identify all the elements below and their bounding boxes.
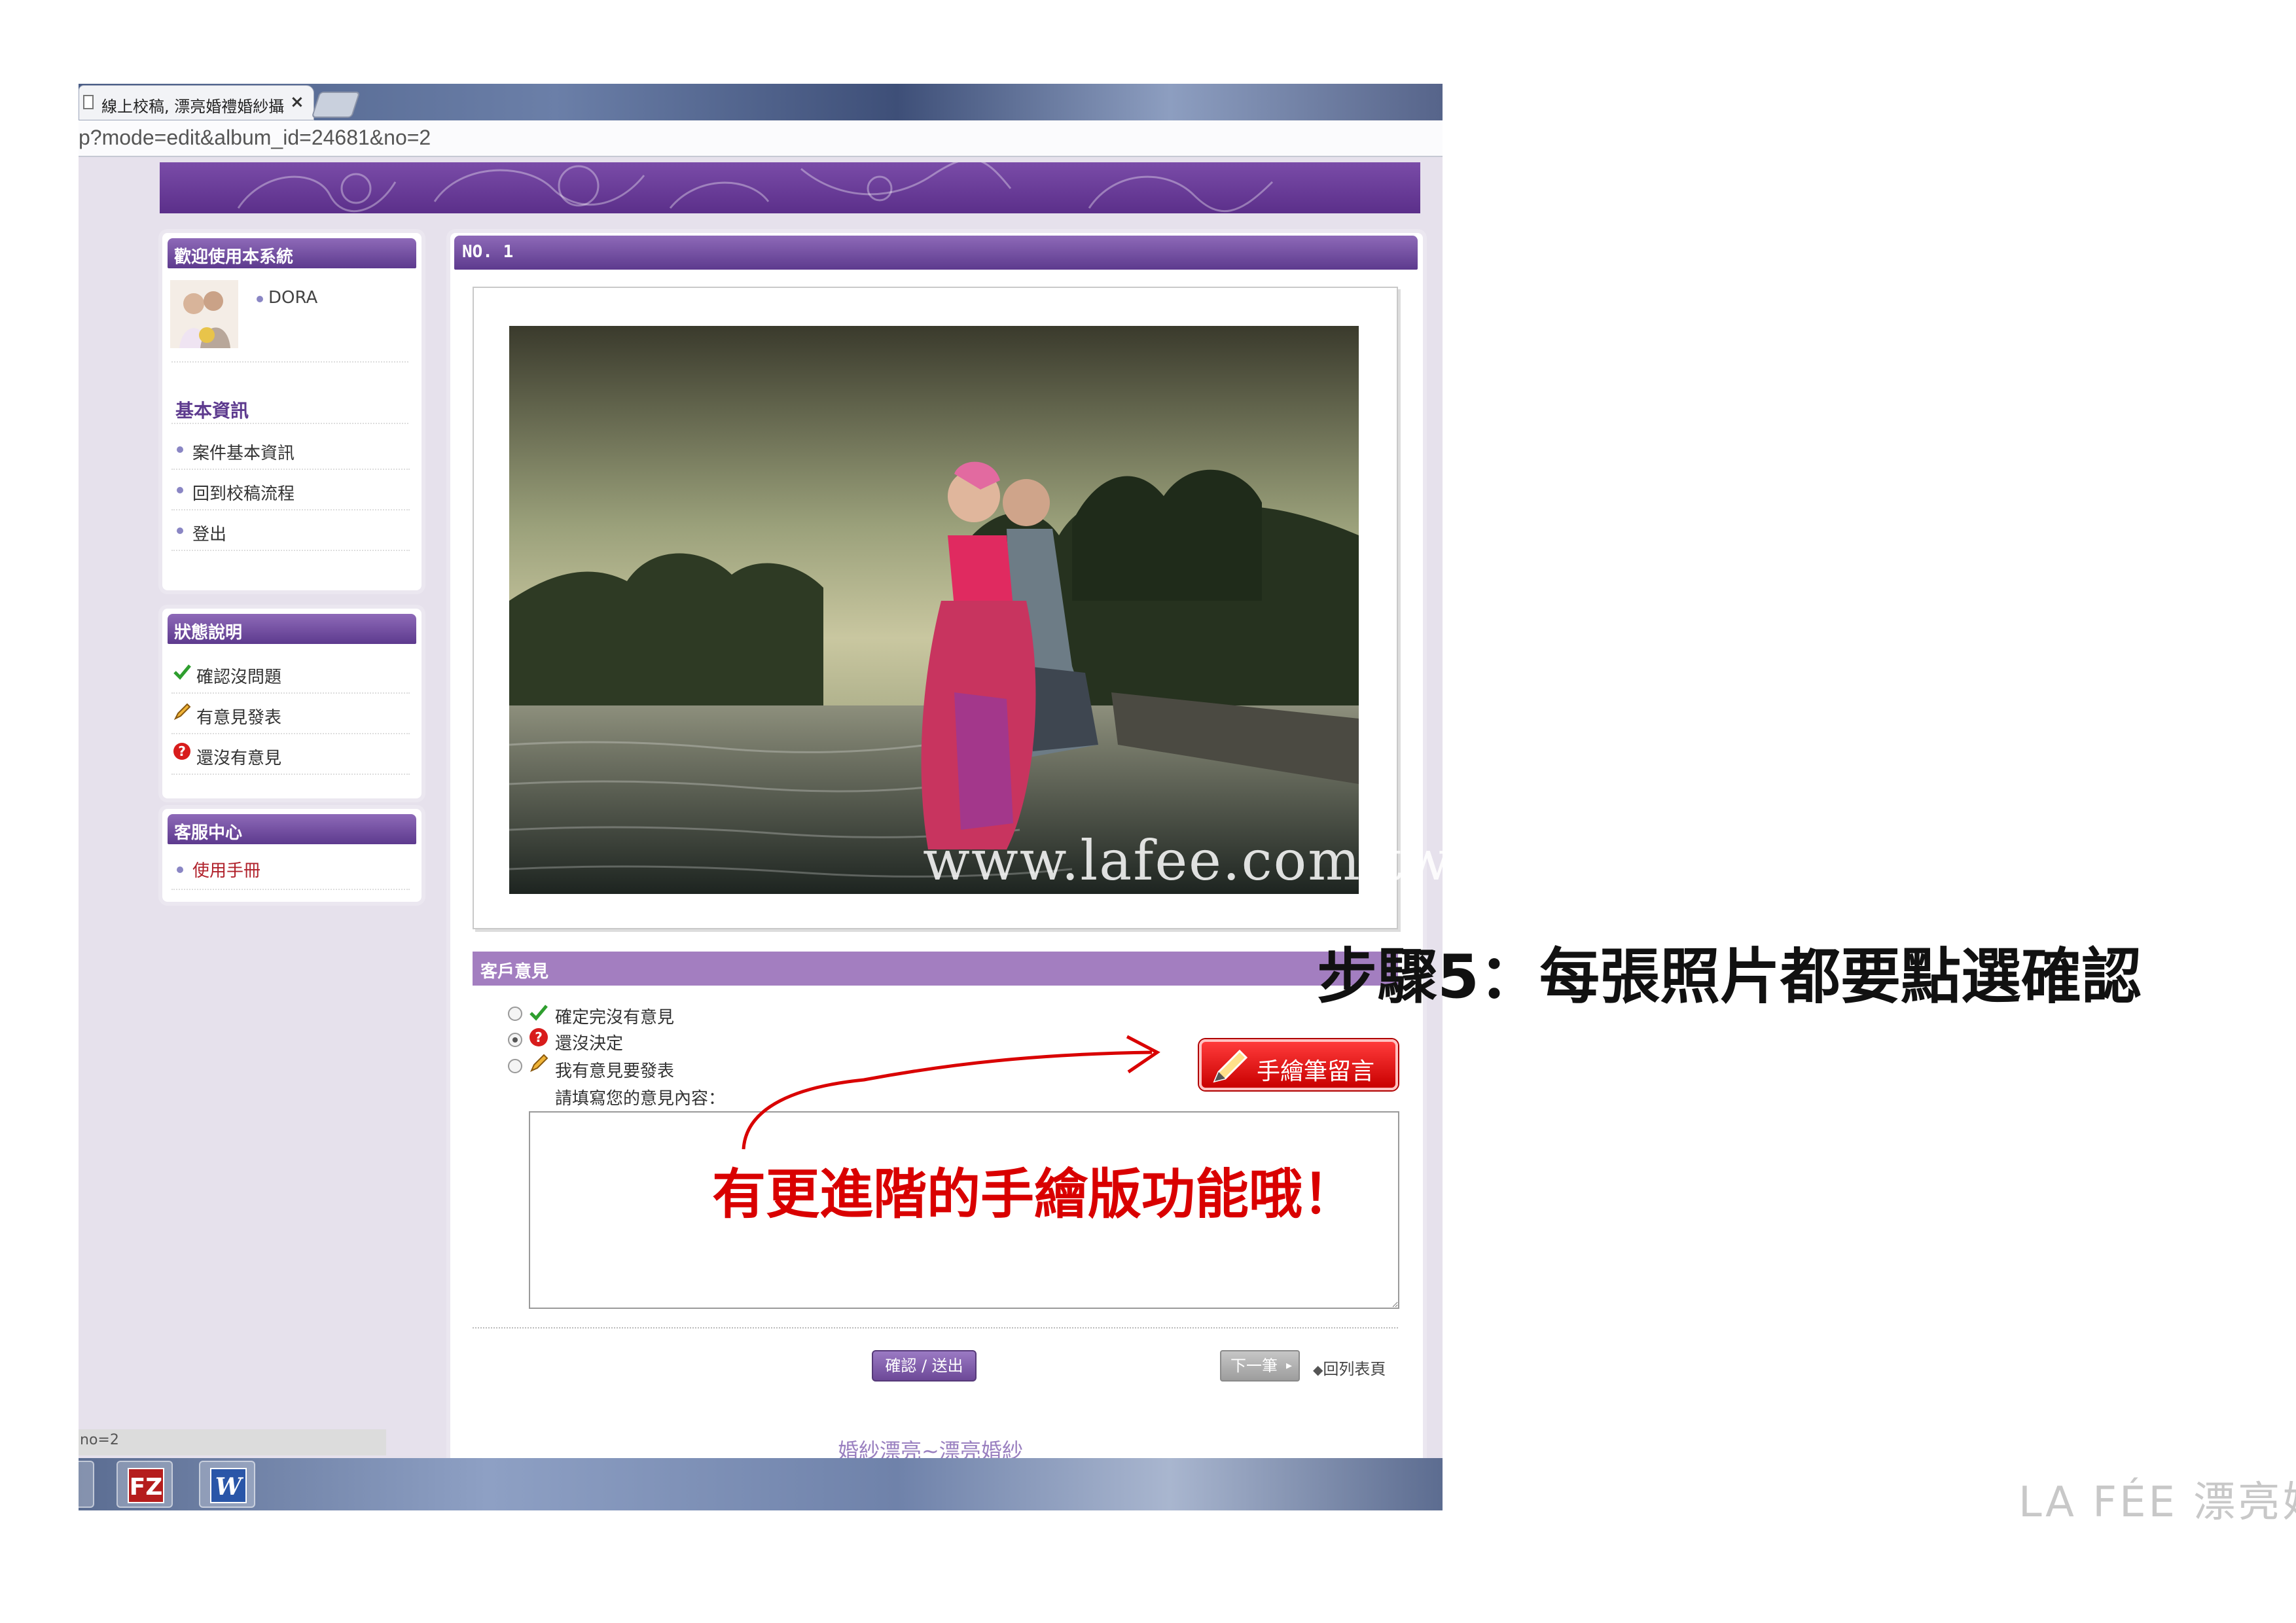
step-instruction: 步驟5：每張照片都要點選確認 [1317, 942, 2142, 1012]
brand-logo: LA FÉE 漂亮婚紗 [2018, 1478, 2296, 1527]
annotation-arrow [742, 1035, 1160, 1150]
callout-text: 有更進階的手繪版功能哦！ [712, 1164, 1357, 1226]
